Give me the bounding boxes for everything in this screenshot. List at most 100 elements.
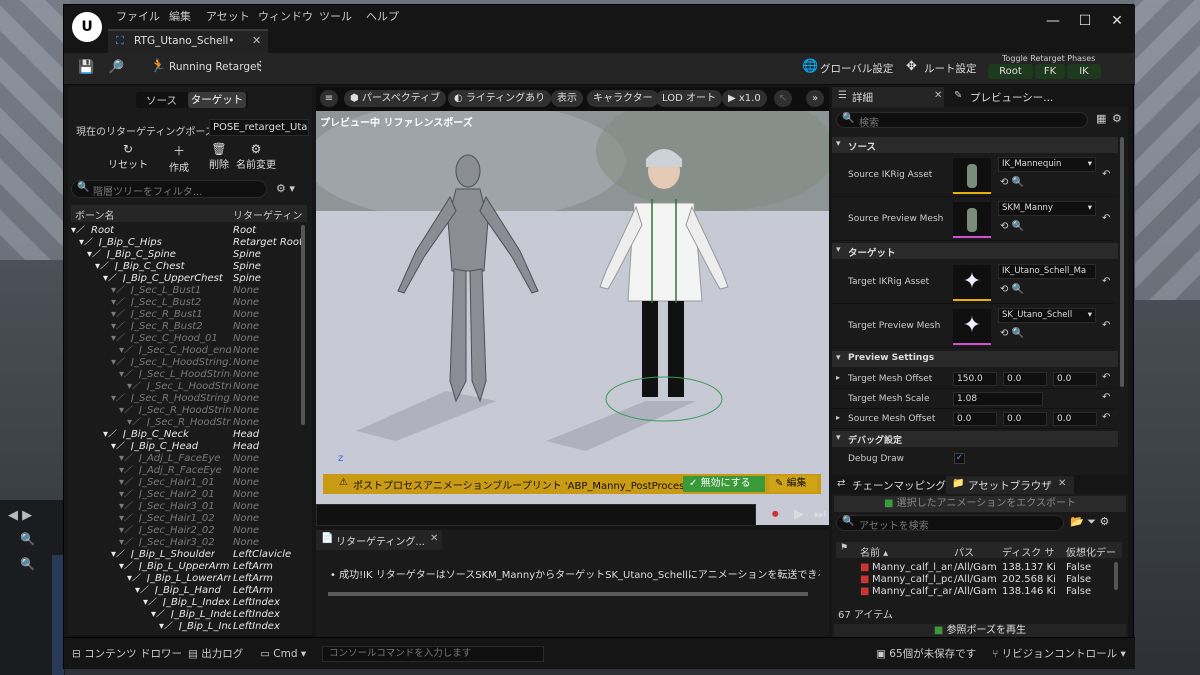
tree-scrollbar[interactable] — [301, 225, 305, 425]
tree-row[interactable]: ▾⟋ J_Sec_Hair2_01 None — [71, 489, 303, 501]
reset-value-icon[interactable]: ↶ — [1102, 372, 1110, 383]
col-path[interactable]: パス — [954, 544, 974, 559]
tree-row[interactable]: ▾⟋ J_Bip_L_Index2LeftIndex — [71, 609, 303, 621]
details-tab[interactable] — [832, 87, 944, 107]
details-scrollbar[interactable] — [1120, 137, 1124, 387]
use-asset-icon[interactable]: ⟲ 🔍 — [1000, 328, 1024, 339]
save-icon[interactable]: 💾 — [78, 60, 94, 75]
debug-draw-checkbox[interactable]: ✓ — [954, 453, 965, 464]
tree-row[interactable]: ▾⟋ J_Sec_R_HoodStringNone — [71, 417, 303, 429]
expand-icon[interactable]: » — [806, 90, 824, 107]
output-log-button[interactable]: ▤ 出力ログ — [188, 642, 243, 666]
tree-row[interactable]: ▾⟋ J_Bip_L_Hand LeftArm — [71, 585, 303, 597]
table-view-icon[interactable]: ▦ — [1096, 112, 1106, 125]
reset-value-icon[interactable]: ↶ — [1102, 412, 1110, 423]
hamburger-icon[interactable]: ≡ — [320, 90, 338, 107]
tree-row[interactable]: ▾⟋ J_Bip_C_Head Head — [71, 441, 303, 453]
revision-control-button[interactable]: ⑂ リビジョンコントロール ▾ — [992, 642, 1126, 666]
source-tab[interactable]: ソース — [146, 93, 177, 108]
tree-row[interactable]: ▾⟋ J_Sec_R_HoodString2_0None — [71, 405, 303, 417]
chevron-right-icon[interactable]: ▸ — [836, 413, 840, 422]
settings-gear-icon[interactable]: ⚙ ▾ — [276, 182, 295, 195]
speed-button[interactable]: ▶ x1.0 — [722, 90, 767, 107]
chain-mapping-tab[interactable]: チェーンマッピング — [852, 478, 946, 493]
close-tab-icon[interactable]: ✕ — [252, 34, 261, 47]
col-name[interactable]: 名前 ▴ — [860, 544, 888, 559]
hierarchy-filter[interactable]: 🔍 階層ツリーをフィルタ... — [71, 180, 267, 198]
play-ref-pose-button[interactable]: ■ 参照ポーズを再生 — [834, 624, 1126, 638]
character-button[interactable]: キャラクター — [587, 90, 659, 107]
tree-row[interactable]: ▾⟋ J_Sec_C_Hood_01 None — [71, 333, 303, 345]
tree-row[interactable]: ▾⟋ J_Sec_Hair1_02 None — [71, 513, 303, 525]
rename-button[interactable]: ⚙ 名前変更 — [234, 142, 278, 171]
export-button[interactable]: ■ 選択したアニメーションをエクスポート — [834, 496, 1126, 512]
tree-row[interactable]: ▾⟋ J_Bip_L_Index1 LeftIndex — [71, 597, 303, 609]
tree-row[interactable]: ▾⟋ J_Sec_L_HoodString1_0None — [71, 357, 303, 369]
running-retarget-button[interactable]: Running Retarget — [169, 61, 261, 73]
asset-row[interactable]: ■ Manny_calf_l_po/All/Gam 202.568 Ki False — [836, 574, 1122, 586]
details-gear-icon[interactable]: ⚙ — [1112, 112, 1122, 125]
unsaved-button[interactable]: ▣ 65個が未保存です — [876, 642, 976, 666]
details-search[interactable]: 🔍 検索 — [836, 112, 1088, 129]
tree-row[interactable]: ▾⟋ J_Sec_Hair3_01 None — [71, 501, 303, 513]
tab-rtg[interactable]: ⛶ RTG_Utano_Schell• ✕ — [108, 29, 268, 53]
asset-row[interactable]: ■ Manny_calf_r_an/All/Gam 138.146 Ki False — [836, 586, 1122, 598]
viewport[interactable]: z ≡ ⬢ パースペクティブ ◐ ライティングあり 表示 キャラクター LOD … — [316, 87, 829, 525]
tree-row[interactable]: ▾⟋ J_Bip_L_IndexLeftIndex — [71, 621, 303, 633]
col-virtualized[interactable]: 仮想化デー — [1066, 544, 1120, 559]
log-scrollbar[interactable] — [328, 592, 808, 596]
menu-edit[interactable]: 編集 — [169, 8, 191, 26]
content-drawer-button[interactable]: ⊟ コンテンツ ドロワー — [72, 642, 182, 666]
cmd-button[interactable]: ▭ Cmd ▾ — [260, 642, 306, 666]
close-icon[interactable]: ✕ — [1102, 9, 1132, 33]
use-asset-icon[interactable]: ⟲ 🔍 — [1000, 284, 1024, 295]
menu-help[interactable]: ヘルプ — [366, 8, 399, 26]
reset-value-icon[interactable]: ↶ — [1102, 276, 1110, 287]
phase-root-toggle[interactable]: Root — [988, 64, 1033, 79]
source-offset-x[interactable]: 0.0 — [953, 412, 997, 426]
reset-value-icon[interactable]: ↶ — [1102, 320, 1110, 331]
tree-row[interactable]: ▾⟋ J_Sec_Hair3_02 None — [71, 537, 303, 549]
reset-value-icon[interactable]: ↶ — [1102, 392, 1110, 403]
show-button[interactable]: 表示 — [551, 90, 583, 107]
step-icon[interactable]: ⏭ — [814, 507, 826, 522]
disable-button[interactable]: ✓ 無効にする — [683, 476, 765, 492]
chevron-right-icon[interactable]: ▸ — [836, 373, 840, 382]
asset-type-icon[interactable]: ⚑ — [840, 543, 848, 553]
perspective-button[interactable]: ⬢ パースペクティブ — [344, 90, 447, 107]
reset-value-icon[interactable]: ↶ — [1102, 213, 1110, 224]
tree-row[interactable]: ▾⟋ J_Bip_L_LowerArm LeftArm — [71, 573, 303, 585]
menu-file[interactable]: ファイル — [116, 8, 160, 26]
tree-row[interactable]: ▾⟋ J_Bip_C_Spine Spine — [71, 249, 303, 261]
source-ikrig-select[interactable]: IK_Mannequin ▾ — [998, 157, 1096, 172]
edit-button[interactable]: ✎ 編集 — [769, 476, 817, 492]
tree-row[interactable]: ▾⟋ J_Bip_L_UpperArm LeftArm — [71, 561, 303, 573]
close-browser-icon[interactable]: ✕ — [1058, 478, 1066, 489]
pose-select[interactable]: POSE_retarget_Utano_ — [209, 119, 309, 136]
source-offset-z[interactable]: 0.0 — [1053, 412, 1097, 426]
browse-icon[interactable]: 🔎 — [108, 60, 124, 75]
tree-row[interactable]: ▾⟋ J_Sec_Hair1_01 None — [71, 477, 303, 489]
target-scale-input[interactable]: 1.08 — [953, 392, 1043, 406]
close-log-icon[interactable]: ✕ — [430, 533, 438, 544]
menu-window[interactable]: ウィンドウ — [258, 8, 313, 26]
tree-row[interactable]: ▾⟋ J_Sec_L_HoodString2None — [71, 381, 303, 393]
minimize-icon[interactable]: — — [1038, 9, 1068, 33]
console-input[interactable]: コンソールコマンドを入力します — [322, 646, 544, 662]
tree-row[interactable]: ▾⟋ J_Sec_R_HoodString1_0None — [71, 393, 303, 405]
asset-scrollbar[interactable] — [1114, 562, 1118, 590]
section-target[interactable]: ▾ ターゲット — [832, 243, 1118, 259]
play-icon[interactable]: ▶ — [794, 507, 804, 522]
tree-row[interactable]: ▾⟋ J_Adj_R_FaceEye None — [71, 465, 303, 477]
more-options-icon[interactable]: ⋮ — [254, 59, 267, 74]
reset-button[interactable]: ↻ リセット — [108, 142, 148, 171]
source-mesh-select[interactable]: SKM_Manny ▾ — [998, 201, 1096, 216]
tree-row[interactable]: ▾⟋ J_Sec_R_Bust1 None — [71, 309, 303, 321]
maximize-icon[interactable]: ☐ — [1070, 9, 1100, 33]
search-icon-2[interactable]: 🔍 — [20, 557, 35, 571]
tree-row[interactable]: ▾⟋ J_Sec_L_Bust1 None — [71, 285, 303, 297]
lod-button[interactable]: LOD オート — [656, 90, 722, 107]
section-source[interactable]: ▾ ソース — [832, 137, 1118, 153]
use-asset-icon[interactable]: ⟲ 🔍 — [1000, 221, 1024, 232]
target-offset-x[interactable]: 150.0 — [953, 372, 997, 386]
